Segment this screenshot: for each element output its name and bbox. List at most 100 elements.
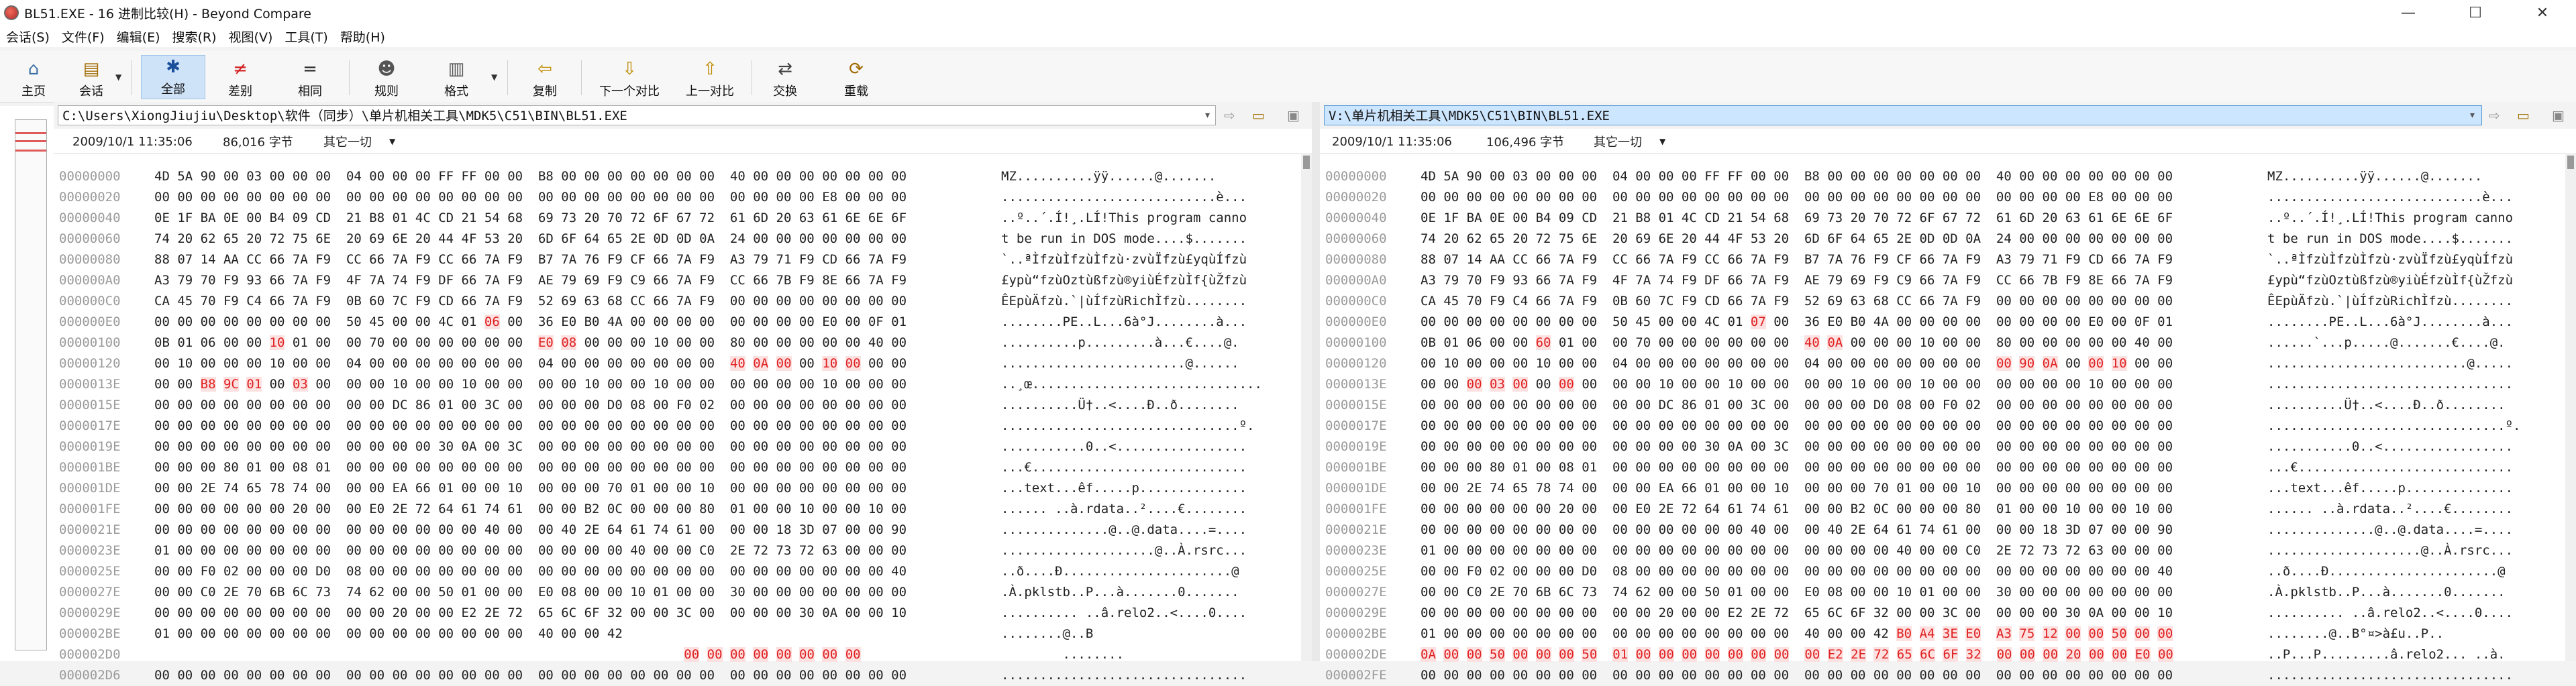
row-hex-bytes[interactable]: 00 00 00 00 00 00 00 00 00 00 00 00 00 0…	[1421, 187, 2173, 208]
row-ascii[interactable]: ........................@......	[1001, 353, 1239, 374]
hex-row[interactable]: 00000020 00 00 00 00 00 00 00 00 00 00 00…	[54, 187, 1295, 208]
row-hex-bytes[interactable]: 00 00 00 00 00 00 00 00 00 00 20 00 00 E…	[1421, 603, 2173, 624]
row-hex-bytes[interactable]: 00 00 00 00 00 00 00 00 00 00 DC 86 01 0…	[1421, 395, 2173, 416]
row-hex-bytes[interactable]: 88 07 14 AA CC 66 7A F9 CC 66 7A F9 CC 6…	[154, 249, 907, 270]
format-dropdown-icon[interactable]: ▼	[491, 72, 497, 82]
menu-edit[interactable]: 编辑(E)	[111, 27, 166, 46]
row-hex-bytes[interactable]: 00 10 00 00 00 10 00 00 04 00 00 00 00 0…	[154, 353, 907, 374]
row-hex-bytes[interactable]: 00 10 00 00 00 10 00 00 04 00 00 00 00 0…	[1421, 353, 2173, 374]
row-hex-bytes[interactable]: 00 00 00 00 00 00 00 00 00 00 00 00 30 0…	[1421, 437, 2173, 457]
row-hex-bytes[interactable]: 00 00 00 00 00 00 00 00 00 00 00 00 00 0…	[1421, 520, 2173, 540]
left-open-folder-icon[interactable]: ▭	[1252, 107, 1265, 123]
row-hex-bytes[interactable]: 00 00 00 00 00 00 00 00 50 45 00 00 4C 0…	[1421, 312, 2173, 333]
hex-row[interactable]: 00000100 0B 01 06 00 00 10 01 00 00 70 00…	[54, 333, 1295, 353]
row-hex-bytes[interactable]: 4D 5A 90 00 03 00 00 00 04 00 00 00 FF F…	[1421, 166, 2173, 187]
row-hex-bytes[interactable]: 00 00 C0 2E 70 6B 6C 73 74 62 00 00 50 0…	[1421, 582, 2173, 603]
right-filter-dropdown-icon[interactable]: ▼	[1659, 137, 1665, 146]
row-hex-bytes[interactable]: 01 00 00 00 00 00 00 00 00 00 00 00 00 0…	[154, 540, 907, 561]
row-ascii[interactable]: ...... ..à.rdata..²....€........	[2267, 499, 2513, 520]
row-ascii[interactable]: ................................	[1001, 665, 1247, 686]
hex-row[interactable]: 000000E0 00 00 00 00 00 00 00 00 50 45 00…	[1320, 312, 2561, 333]
row-hex-bytes[interactable]: 00 00 00 00 00 00 20 00 00 E0 2E 72 64 6…	[1421, 499, 2173, 520]
copy-button[interactable]: ⇦ 复制	[523, 58, 566, 99]
row-ascii[interactable]: ................................	[2267, 374, 2513, 395]
row-hex-bytes[interactable]: 74 20 62 65 20 72 75 6E 20 69 6E 20 44 4…	[1421, 229, 2173, 249]
hex-row[interactable]: 0000015E 00 00 00 00 00 00 00 00 00 00 DC…	[1320, 395, 2561, 416]
row-ascii[interactable]: ...text...êf.....p..............	[1001, 478, 1247, 499]
row-ascii[interactable]: ....................@..À.rsrc...	[2267, 540, 2513, 561]
row-hex-bytes[interactable]: 00 00 2E 74 65 78 74 00 00 00 EA 66 01 0…	[154, 478, 907, 499]
row-hex-bytes[interactable]: 00 00 B8 9C 01 00 03 00 00 00 10 00 00 1…	[154, 374, 907, 395]
row-ascii[interactable]: ÊEpùÄfzù.`|ùÍfzùRichÌfzù........	[1001, 291, 1247, 312]
menu-help[interactable]: 帮助(H)	[334, 27, 391, 46]
overview-map[interactable]	[15, 119, 47, 650]
row-hex-bytes[interactable]: 01 00 00 00 00 00 00 00 00 00 00 00 00 0…	[154, 624, 623, 644]
left-hex-pane[interactable]: C:\Users\XiongJiujiu\Desktop\软件（同步）\单片机相…	[54, 102, 1312, 683]
hex-row[interactable]: 0000027E 00 00 C0 2E 70 6B 6C 73 74 62 00…	[54, 582, 1295, 603]
row-ascii[interactable]: ...€............................	[2267, 457, 2513, 478]
hex-row[interactable]: 00000080 88 07 14 AA CC 66 7A F9 CC 66 7A…	[1320, 249, 2561, 270]
row-ascii[interactable]: .......... ..â.relo2..<....0....	[2267, 603, 2513, 624]
row-hex-bytes[interactable]: 00 00 00 00 00 00 00 00 00 00 00 00 00 0…	[154, 416, 907, 437]
row-ascii[interactable]: ........PE..L...6à°J........à...	[2267, 312, 2513, 333]
row-ascii[interactable]: ..........................@.....	[2267, 353, 2513, 374]
row-hex-bytes[interactable]: 00 00 00 00 00 00 00 00 50 45 00 00 4C 0…	[154, 312, 907, 333]
prev-diff-button[interactable]: ⇧ 上一对比	[676, 58, 743, 99]
row-ascii[interactable]: ...... ..à.rdata..²....€........	[1001, 499, 1247, 520]
row-hex-bytes[interactable]: 74 20 62 65 20 72 75 6E 20 69 6E 20 44 4…	[154, 229, 907, 249]
hex-row[interactable]: 0000023E 01 00 00 00 00 00 00 00 00 00 00…	[1320, 540, 2561, 561]
row-ascii[interactable]: ..ð....Ð......................@	[1001, 561, 1239, 582]
right-history-icon[interactable]: ⇨	[2489, 107, 2500, 123]
row-ascii[interactable]: ..........p.........à...€....@.	[1001, 333, 1239, 353]
row-hex-bytes[interactable]: 01 00 00 00 00 00 00 00 00 00 00 00 00 0…	[1421, 624, 2173, 644]
hex-row[interactable]: 0000013E 00 00 00 03 00 00 00 00 00 00 10…	[1320, 374, 2561, 395]
row-ascii[interactable]: ...text...êf.....p..............	[2267, 478, 2513, 499]
row-hex-bytes[interactable]: 00 00 00 00 00 00 00 00 00 00 00 00 00 0…	[154, 187, 907, 208]
right-hex-pane[interactable]: V:\单片机相关工具\MDK5\C51\BIN\BL51.EXE ▾ ⇨ ▭ ▣…	[1320, 102, 2576, 683]
hex-row[interactable]: 0000029E 00 00 00 00 00 00 00 00 00 00 20…	[1320, 603, 2561, 624]
row-hex-bytes[interactable]: 00 00 F0 02 00 00 00 D0 08 00 00 00 00 0…	[154, 561, 907, 582]
row-hex-bytes[interactable]: 00 00 00 03 00 00 00 00 00 00 10 00 00 1…	[1421, 374, 2173, 395]
hex-row[interactable]: 00000000 4D 5A 90 00 03 00 00 00 04 00 00…	[54, 166, 1295, 187]
minimize-button[interactable]: —	[2375, 0, 2442, 25]
row-ascii[interactable]: .À.pklstb..P...à.......0.......	[1001, 582, 1239, 603]
hex-row[interactable]: 000002BE 01 00 00 00 00 00 00 00 00 00 00…	[54, 624, 1295, 644]
row-ascii[interactable]: £ypù“fzùOztùßfzù®yiùÉfzùÌf{ùŽfzù	[1001, 270, 1247, 291]
hex-row[interactable]: 000001BE 00 00 00 80 01 00 08 01 00 00 00…	[1320, 457, 2561, 478]
hex-row[interactable]: 0000025E 00 00 F0 02 00 00 00 D0 08 00 00…	[54, 561, 1295, 582]
hex-row[interactable]: 000000A0 A3 79 70 F9 93 66 7A F9 4F 7A 74…	[54, 270, 1295, 291]
row-ascii[interactable]: ...€............................	[1001, 457, 1247, 478]
row-ascii[interactable]: ..¸œ..............................	[1001, 374, 1262, 395]
menu-file[interactable]: 文件(F)	[56, 27, 111, 46]
row-hex-bytes[interactable]: 00 00 00 80 01 00 08 01 00 00 00 00 00 0…	[1421, 457, 2173, 478]
menu-session[interactable]: 会话(S)	[0, 27, 56, 46]
hex-row[interactable]: 000001FE 00 00 00 00 00 00 20 00 00 E0 2E…	[1320, 499, 2561, 520]
left-path-input[interactable]: C:\Users\XiongJiujiu\Desktop\软件（同步）\单片机相…	[58, 105, 1216, 125]
hex-row[interactable]: 000001FE 00 00 00 00 00 00 20 00 00 E0 2E…	[54, 499, 1295, 520]
row-hex-bytes[interactable]: 0B 01 06 00 00 10 01 00 00 70 00 00 00 0…	[154, 333, 907, 353]
row-hex-bytes[interactable]: 0E 1F BA 0E 00 B4 09 CD 21 B8 01 4C CD 2…	[1421, 208, 2173, 229]
row-ascii[interactable]: ............................è...	[1001, 187, 1247, 208]
row-ascii[interactable]: .......... ..â.relo2..<....0....	[1001, 603, 1247, 624]
hex-row[interactable]: 000002D6 00 00 00 00 00 00 00 00 00 00 00…	[54, 665, 1295, 686]
row-ascii[interactable]: ..P...P.........â.relo2... ..à.	[2267, 644, 2506, 665]
hex-row[interactable]: 00000100 0B 01 06 00 00 60 01 00 00 70 00…	[1320, 333, 2561, 353]
row-hex-bytes[interactable]: 00 00 00 00 00 00 20 00 00 E0 2E 72 64 6…	[154, 499, 907, 520]
row-hex-bytes[interactable]: 00 00 00 00 00 00 00 00 00 00 DC 86 01 0…	[154, 395, 907, 416]
hex-row[interactable]: 0000029E 00 00 00 00 00 00 00 00 00 00 20…	[54, 603, 1295, 624]
left-history-icon[interactable]: ⇨	[1224, 107, 1235, 123]
hex-row[interactable]: 0000015E 00 00 00 00 00 00 00 00 00 00 DC…	[54, 395, 1295, 416]
hex-row[interactable]: 00000120 00 10 00 00 00 10 00 00 04 00 00…	[1320, 353, 2561, 374]
reload-button[interactable]: ⟳ 重载	[835, 58, 878, 99]
hex-row[interactable]: 000002BE 01 00 00 00 00 00 00 00 00 00 00…	[1320, 624, 2561, 644]
maximize-button[interactable]: ☐	[2442, 0, 2509, 25]
row-ascii[interactable]: ........PE..L...6à°J........à...	[1001, 312, 1247, 333]
hex-row[interactable]: 00000060 74 20 62 65 20 72 75 6E 20 69 6E…	[54, 229, 1295, 249]
right-path-input[interactable]: V:\单片机相关工具\MDK5\C51\BIN\BL51.EXE	[1324, 105, 2482, 125]
rules-button[interactable]: ☻ 规则	[365, 58, 408, 99]
row-hex-bytes[interactable]: A3 79 70 F9 93 66 7A F9 4F 7A 74 F9 DF 6…	[154, 270, 907, 291]
row-ascii[interactable]: ...........0..<.................	[1001, 437, 1247, 457]
next-diff-button[interactable]: ⇩ 下一个对比	[589, 58, 670, 99]
menu-search[interactable]: 搜索(R)	[166, 27, 223, 46]
row-hex-bytes[interactable]: 00 00 00 00 00 00 00 00 00 00 00 00 00 0…	[1421, 416, 2173, 437]
